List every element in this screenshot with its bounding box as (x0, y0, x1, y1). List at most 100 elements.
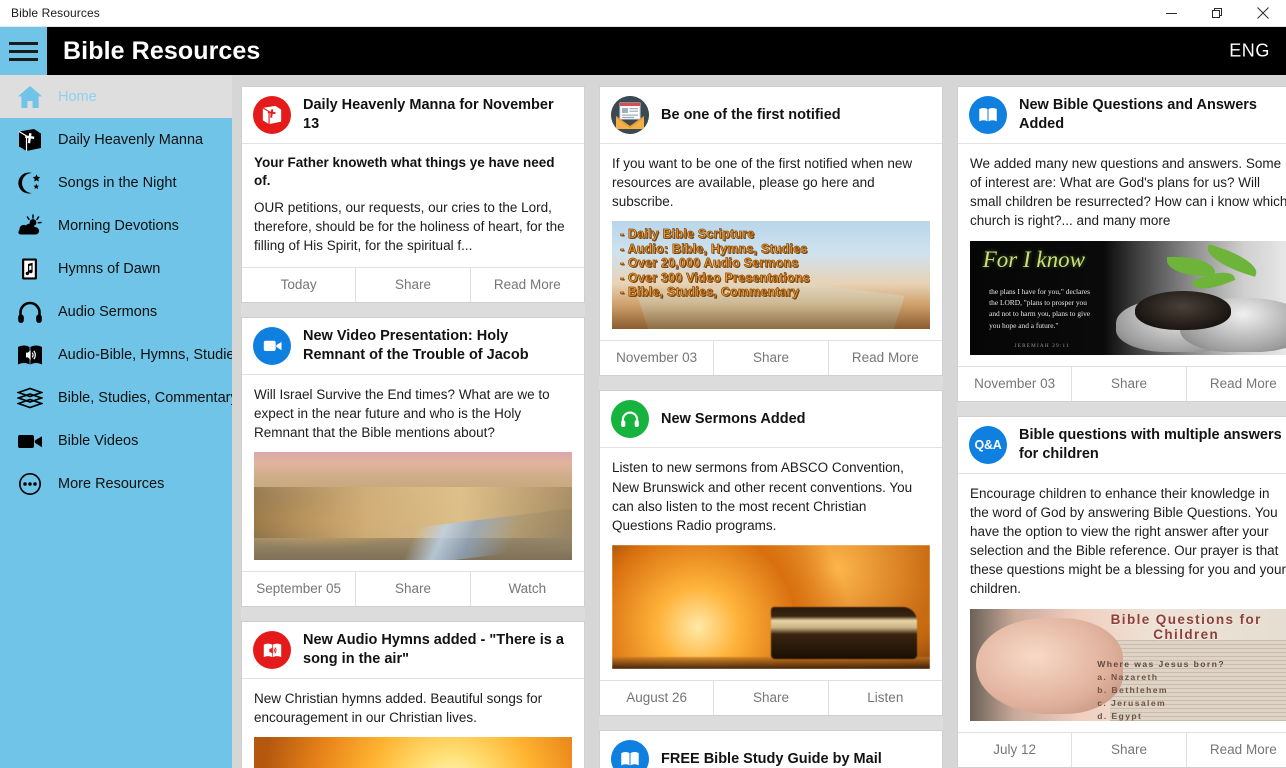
card-text: OUR petitions, our requests, our cries t… (254, 200, 565, 254)
card-body: If you want to be one of the first notif… (600, 144, 942, 340)
sidebar-item-label: Bible, Studies, Commentary (58, 389, 232, 406)
card-column-1: Daily Heavenly Manna for November 13 You… (241, 86, 585, 768)
card-new-video-presentation[interactable]: New Video Presentation: Holy Remnant of … (241, 316, 585, 608)
card-action-primary[interactable]: Read More (1185, 732, 1286, 767)
card-action-primary[interactable]: Read More (469, 267, 584, 302)
card-image-western-wall (254, 452, 572, 561)
card-column-2: Be one of the first notified If you want… (599, 86, 943, 768)
banner-caption: - Daily Bible Scripture - Audio: Bible, … (620, 227, 810, 300)
card-action-primary[interactable]: Listen (827, 681, 942, 716)
card-title: Bible questions with multiple answers fo… (1019, 427, 1282, 462)
card-action-primary[interactable]: Read More (1185, 366, 1286, 401)
card-action-share[interactable]: Share (713, 341, 827, 376)
banner-reference: JEREMIAH 29:11 (1014, 342, 1070, 349)
card-image-for-i-know-banner: For I know the plans I have for you," de… (970, 240, 1286, 355)
banner-title: Bible Questions for Children (1110, 611, 1262, 643)
book-music-icon (8, 247, 52, 290)
banner-title: For I know (982, 247, 1085, 273)
sidebar-item-label: Audio-Bible, Hymns, Studies... (58, 346, 232, 363)
sidebar-item-label: More Resources (58, 475, 165, 492)
card-body: Your Father knoweth what things ye have … (242, 144, 584, 267)
card-title: New Bible Questions and Answers Added (1019, 97, 1257, 132)
qa-icon: Q&A (969, 425, 1007, 464)
card-action-date[interactable]: November 03 (958, 367, 1071, 401)
close-button[interactable] (1240, 0, 1286, 27)
content-area: Daily Heavenly Manna for November 13 You… (232, 75, 1286, 768)
sidebar-item-home[interactable]: Home (0, 75, 232, 118)
card-actions: November 03 Share Read More (958, 365, 1286, 401)
page-title: Bible Resources (63, 36, 261, 65)
mail-newsletter-icon (611, 96, 649, 134)
card-action-date[interactable]: August 26 (600, 681, 713, 715)
card-actions: July 12 Share Read More (958, 731, 1286, 767)
card-body: New Christian hymns added. Beautiful son… (242, 679, 584, 768)
card-actions: September 05 Share Watch (242, 571, 584, 607)
card-text: Encourage children to enhance their know… (970, 485, 1286, 597)
card-column-3: New Bible Questions and Answers Added We… (957, 86, 1286, 768)
book-cross-icon (253, 96, 291, 134)
card-title: Daily Heavenly Manna for November 13 (303, 97, 554, 132)
card-bible-questions-for-children[interactable]: Q&A Bible questions with multiple answer… (957, 415, 1286, 768)
card-lead: Your Father knoweth what things ye have … (254, 155, 555, 188)
window-title: Bible Resources (11, 6, 100, 20)
sidebar-item-bible-studies-commentary[interactable]: Bible, Studies, Commentary (0, 376, 232, 419)
video-camera-icon (253, 326, 291, 365)
sidebar-item-label: Audio Sermons (58, 303, 158, 320)
card-new-bible-questions-answers[interactable]: New Bible Questions and Answers Added We… (957, 86, 1286, 402)
card-title: New Sermons Added (661, 411, 806, 428)
home-icon (8, 75, 52, 118)
card-action-date[interactable]: September 05 (242, 572, 355, 606)
card-action-share[interactable]: Share (713, 681, 827, 716)
card-action-date[interactable]: Today (242, 268, 355, 302)
sidebar-item-songs-in-the-night[interactable]: Songs in the Night (0, 161, 232, 204)
sun-cloud-icon (8, 204, 52, 247)
card-action-share[interactable]: Share (1071, 366, 1185, 401)
card-header: Q&A Bible questions with multiple answer… (958, 417, 1286, 474)
card-action-date[interactable]: July 12 (958, 733, 1071, 767)
card-header: New Bible Questions and Answers Added (958, 87, 1286, 144)
card-header: Daily Heavenly Manna for November 13 (242, 87, 584, 144)
card-header: New Sermons Added (600, 391, 942, 449)
sidebar-item-bible-videos[interactable]: Bible Videos (0, 419, 232, 462)
minimize-button[interactable] (1148, 0, 1194, 27)
card-action-share[interactable]: Share (355, 267, 469, 302)
open-book-icon (611, 740, 649, 768)
sidebar: Home Daily Heavenly Manna Songs in the N… (0, 75, 232, 768)
card-text: New Christian hymns added. Beautiful son… (254, 691, 543, 726)
hamburger-icon[interactable] (0, 27, 47, 75)
card-action-primary[interactable]: Read More (827, 341, 942, 376)
headphones-icon (611, 400, 649, 439)
card-new-audio-hymns[interactable]: New Audio Hymns added - "There is a song… (241, 621, 585, 768)
card-new-sermons-added[interactable]: New Sermons Added Listen to new sermons … (599, 390, 943, 717)
book-cross-icon (8, 118, 52, 161)
card-header: Be one of the first notified (600, 87, 942, 144)
card-action-date[interactable]: November 03 (600, 341, 713, 375)
card-action-primary[interactable]: Watch (469, 572, 584, 607)
sidebar-item-morning-devotions[interactable]: Morning Devotions (0, 204, 232, 247)
sidebar-item-hymns-of-dawn[interactable]: Hymns of Dawn (0, 247, 232, 290)
sidebar-item-audio-bible-hymns-studies[interactable]: Audio-Bible, Hymns, Studies... (0, 333, 232, 376)
sidebar-item-label: Hymns of Dawn (58, 260, 161, 277)
card-free-bible-study-guide[interactable]: FREE Bible Study Guide by Mail For a lim… (599, 730, 943, 768)
card-text: We added many new questions and answers.… (970, 156, 1286, 229)
card-action-share[interactable]: Share (1071, 732, 1185, 767)
book-stack-icon (8, 376, 52, 419)
card-daily-heavenly-manna[interactable]: Daily Heavenly Manna for November 13 You… (241, 86, 585, 303)
sidebar-item-label: Bible Videos (58, 432, 139, 449)
restore-button[interactable] (1194, 0, 1240, 27)
card-actions: November 03 Share Read More (600, 340, 942, 376)
card-image-candlelit-bible (612, 545, 930, 670)
card-image-bible-questions-children: Bible Questions for Children Where was J… (970, 608, 1286, 721)
card-title: FREE Bible Study Guide by Mail (661, 750, 882, 767)
card-be-one-of-the-first-notified[interactable]: Be one of the first notified If you want… (599, 86, 943, 377)
sidebar-item-daily-heavenly-manna[interactable]: Daily Heavenly Manna (0, 118, 232, 161)
sidebar-item-more-resources[interactable]: More Resources (0, 462, 232, 505)
moon-stars-icon (8, 161, 52, 204)
card-action-share[interactable]: Share (355, 572, 469, 607)
card-actions: August 26 Share Listen (600, 680, 942, 716)
card-title: Be one of the first notified (661, 106, 841, 123)
open-book-icon (969, 96, 1007, 134)
card-image-open-bible-banner: - Daily Bible Scripture - Audio: Bible, … (612, 221, 930, 330)
language-indicator[interactable]: ENG (1229, 41, 1270, 62)
sidebar-item-audio-sermons[interactable]: Audio Sermons (0, 290, 232, 333)
